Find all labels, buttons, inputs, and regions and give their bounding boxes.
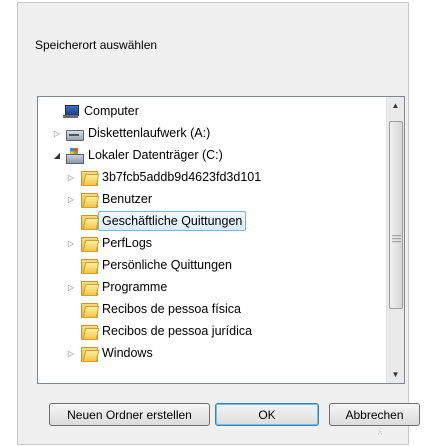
folder-icon: [80, 192, 100, 208]
tree-item-folder[interactable]: ▷ Programme: [38, 276, 404, 298]
tree-item-label: Recibos de pessoa física: [102, 302, 241, 316]
tree-item-label: Computer: [84, 104, 139, 118]
tree-item-folder[interactable]: ▷ 3b7fcb5addb9d4623fd3d101: [38, 166, 404, 188]
tree-expander: [66, 326, 76, 336]
scroll-down-arrow-icon[interactable]: ▼: [387, 366, 404, 383]
tree-item-label: Benutzer: [102, 192, 153, 206]
tree-expander: [66, 216, 76, 226]
vertical-scrollbar[interactable]: ▲ — — — ▼: [386, 97, 404, 383]
folder-picker-dialog: Speicherort auswählen Computer ▷ Diskett…: [17, 2, 420, 445]
expand-arrow-icon[interactable]: ▷: [66, 282, 76, 292]
tree-item-folder[interactable]: ▷ Benutzer: [38, 188, 404, 210]
expand-arrow-icon[interactable]: ▷: [52, 128, 62, 138]
tree-item-floppy-drive[interactable]: ▷ Diskettenlaufwerk (A:): [38, 122, 401, 144]
tree-item-folder[interactable]: ▷ Windows: [38, 342, 404, 364]
tree-item-folder[interactable]: ▷ PerfLogs: [38, 232, 404, 254]
cancel-button[interactable]: Abbrechen: [329, 403, 420, 426]
folder-icon: [80, 214, 100, 230]
tree-item-folder[interactable]: Recibos de pessoa jurídica: [38, 320, 404, 342]
tree-item-label: Geschäftliche Quittungen: [98, 211, 247, 231]
new-folder-button[interactable]: Neuen Ordner erstellen: [49, 403, 210, 426]
folder-icon: [80, 324, 100, 340]
tree-expander: [66, 304, 76, 314]
tree-item-computer[interactable]: Computer: [38, 100, 397, 122]
tree-item-label: Windows: [102, 346, 153, 360]
folder-tree-view[interactable]: Computer ▷ Diskettenlaufwerk (A:) ◢ Loka…: [37, 96, 405, 384]
tree-item-label: Lokaler Datenträger (C:): [88, 148, 223, 162]
folder-icon: [80, 346, 100, 362]
expand-arrow-icon[interactable]: ▷: [66, 194, 76, 204]
tree-item-label: Programme: [102, 280, 168, 294]
folder-icon: [80, 170, 100, 186]
tree-item-local-disk[interactable]: ◢ Lokaler Datenträger (C:): [38, 144, 401, 166]
scrollbar-grip-icon: — — —: [392, 230, 401, 246]
tree-item-label: 3b7fcb5addb9d4623fd3d101: [102, 170, 262, 184]
tree-item-folder-selected[interactable]: Geschäftliche Quittungen: [38, 210, 404, 232]
ok-button[interactable]: OK: [215, 403, 319, 426]
tree-item-label: Persönliche Quittungen: [102, 258, 232, 272]
collapse-arrow-icon[interactable]: ◢: [52, 150, 62, 160]
expand-arrow-icon[interactable]: ▷: [66, 238, 76, 248]
scrollbar-thumb[interactable]: — — —: [389, 121, 403, 309]
computer-icon: [62, 104, 79, 119]
scroll-up-arrow-icon[interactable]: ▲: [387, 97, 404, 114]
tree-item-folder[interactable]: Persönliche Quittungen: [38, 254, 404, 276]
tree-item-label: Diskettenlaufwerk (A:): [88, 126, 211, 140]
tree-expander: [48, 106, 58, 116]
tree-expander: [66, 260, 76, 270]
tree-item-label: PerfLogs: [102, 236, 153, 250]
dialog-instruction: Speicherort auswählen: [35, 38, 158, 52]
folder-icon: [80, 258, 100, 274]
folder-icon: [80, 236, 100, 252]
expand-arrow-icon[interactable]: ▷: [66, 348, 76, 358]
tree-item-label: Recibos de pessoa jurídica: [102, 324, 253, 338]
folder-icon: [80, 302, 100, 318]
tree-item-folder[interactable]: Recibos de pessoa física: [38, 298, 404, 320]
resize-grip-icon[interactable]: ·: ∴: [378, 428, 388, 440]
expand-arrow-icon[interactable]: ▷: [66, 172, 76, 182]
folder-tree: Computer ▷ Diskettenlaufwerk (A:) ◢ Loka…: [38, 97, 387, 383]
hard-drive-icon: [66, 147, 84, 164]
folder-icon: [80, 280, 100, 296]
floppy-drive-icon: [66, 126, 84, 141]
